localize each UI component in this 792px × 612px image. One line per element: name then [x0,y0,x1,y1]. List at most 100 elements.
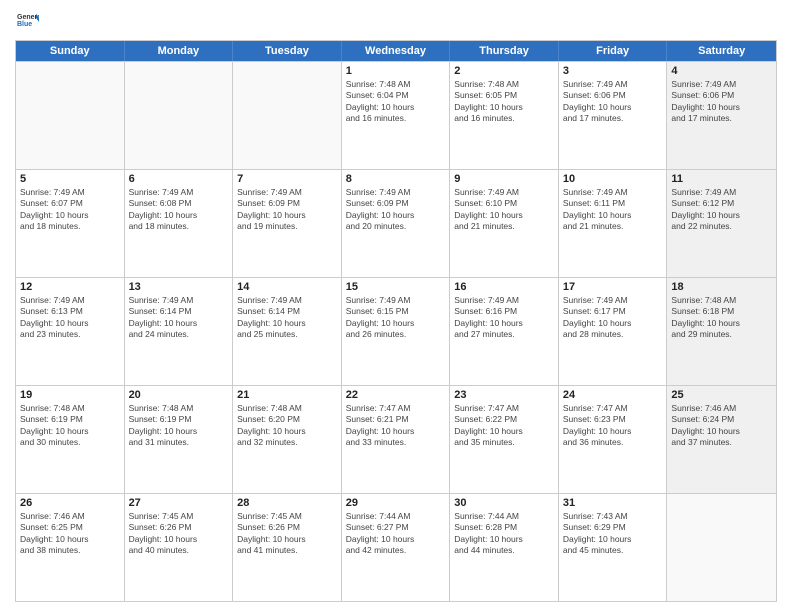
calendar-cell-5: 5Sunrise: 7:49 AM Sunset: 6:07 PM Daylig… [16,170,125,277]
calendar-cell-empty-0-1 [125,62,234,169]
calendar-cell-2: 2Sunrise: 7:48 AM Sunset: 6:05 PM Daylig… [450,62,559,169]
day-number: 21 [237,389,337,401]
calendar-cell-empty-0-2 [233,62,342,169]
day-info: Sunrise: 7:49 AM Sunset: 6:11 PM Dayligh… [563,187,663,233]
calendar-cell-25: 25Sunrise: 7:46 AM Sunset: 6:24 PM Dayli… [667,386,776,493]
calendar-cell-16: 16 Sunrise: 7:49 AM Sunset: 6:16 PM Dayli… [450,278,559,385]
weekday-header-wednesday: Wednesday [342,41,451,61]
calendar-row-2: 12Sunrise: 7:49 AM Sunset: 6:13 PM Dayli… [16,277,776,385]
day-number: 11 [671,173,772,185]
day-info: Sunrise: 7:47 AM Sunset: 6:21 PM Dayligh… [346,403,446,449]
calendar-row-0: 1 Sunrise: 7:48 AM Sunset: 6:04 PM Daylig… [16,61,776,169]
day-info: Sunrise: 7:48 AM Sunset: 6:04 PM Dayligh… [346,79,446,125]
calendar-cell-11: 11 Sunrise: 7:49 AM Sunset: 6:12 PM Dayli… [667,170,776,277]
calendar-row-4: 26 Sunrise: 7:46 AM Sunset: 6:25 PM Dayli… [16,493,776,601]
calendar-cell-21: 21 Sunrise: 7:48 AM Sunset: 6:20 PM Dayli… [233,386,342,493]
day-number: 31 [563,497,663,509]
day-info: Sunrise: 7:48 AM Sunset: 6:20 PM Dayligh… [237,403,337,449]
day-number: 17 [563,281,663,293]
day-info: Sunrise: 7:44 AM Sunset: 6:28 PM Dayligh… [454,511,554,557]
day-info: Sunrise: 7:46 AM Sunset: 6:25 PM Dayligh… [20,511,120,557]
svg-text:Blue: Blue [17,21,32,28]
day-info: Sunrise: 7:48 AM Sunset: 6:05 PM Dayligh… [454,79,554,125]
logo: General Blue [15,10,39,32]
calendar-cell-4: 4 Sunrise: 7:49 AM Sunset: 6:06 PM Daylig… [667,62,776,169]
day-number: 13 [129,281,229,293]
calendar-body: 1 Sunrise: 7:48 AM Sunset: 6:04 PM Daylig… [16,61,776,601]
day-info: Sunrise: 7:49 AM Sunset: 6:06 PM Dayligh… [563,79,663,125]
day-info: Sunrise: 7:45 AM Sunset: 6:26 PM Dayligh… [237,511,337,557]
calendar-row-3: 19 Sunrise: 7:48 AM Sunset: 6:19 PM Dayli… [16,385,776,493]
weekday-header-friday: Friday [559,41,668,61]
day-info: Sunrise: 7:49 AM Sunset: 6:14 PM Dayligh… [129,295,229,341]
day-number: 16 [454,281,554,293]
day-info: Sunrise: 7:49 AM Sunset: 6:08 PM Dayligh… [129,187,229,233]
day-info: Sunrise: 7:49 AM Sunset: 6:15 PM Dayligh… [346,295,446,341]
calendar-cell-19: 19 Sunrise: 7:48 AM Sunset: 6:19 PM Dayli… [16,386,125,493]
calendar-cell-22: 22 Sunrise: 7:47 AM Sunset: 6:21 PM Dayli… [342,386,451,493]
day-number: 15 [346,281,446,293]
calendar-cell-30: 30 Sunrise: 7:44 AM Sunset: 6:28 PM Dayli… [450,494,559,601]
day-number: 24 [563,389,663,401]
logo-icon: General Blue [17,10,39,32]
calendar-cell-15: 15 Sunrise: 7:49 AM Sunset: 6:15 PM Dayli… [342,278,451,385]
day-info: Sunrise: 7:49 AM Sunset: 6:12 PM Dayligh… [671,187,772,233]
calendar-cell-18: 18 Sunrise: 7:48 AM Sunset: 6:18 PM Dayli… [667,278,776,385]
calendar-cell-23: 23Sunrise: 7:47 AM Sunset: 6:22 PM Dayli… [450,386,559,493]
calendar-cell-14: 14Sunrise: 7:49 AM Sunset: 6:14 PM Dayli… [233,278,342,385]
calendar-header: SundayMondayTuesdayWednesdayThursdayFrid… [16,41,776,61]
calendar-cell-17: 17 Sunrise: 7:49 AM Sunset: 6:17 PM Dayli… [559,278,668,385]
calendar: SundayMondayTuesdayWednesdayThursdayFrid… [15,40,777,602]
calendar-cell-8: 8Sunrise: 7:49 AM Sunset: 6:09 PM Daylig… [342,170,451,277]
day-info: Sunrise: 7:48 AM Sunset: 6:19 PM Dayligh… [20,403,120,449]
weekday-header-monday: Monday [125,41,234,61]
day-number: 30 [454,497,554,509]
day-info: Sunrise: 7:49 AM Sunset: 6:06 PM Dayligh… [671,79,772,125]
calendar-cell-31: 31 Sunrise: 7:43 AM Sunset: 6:29 PM Dayli… [559,494,668,601]
calendar-cell-26: 26 Sunrise: 7:46 AM Sunset: 6:25 PM Dayli… [16,494,125,601]
day-info: Sunrise: 7:49 AM Sunset: 6:09 PM Dayligh… [237,187,337,233]
day-info: Sunrise: 7:48 AM Sunset: 6:18 PM Dayligh… [671,295,772,341]
calendar-cell-12: 12Sunrise: 7:49 AM Sunset: 6:13 PM Dayli… [16,278,125,385]
day-number: 1 [346,65,446,77]
calendar-cell-28: 28 Sunrise: 7:45 AM Sunset: 6:26 PM Dayli… [233,494,342,601]
calendar-cell-empty-0-0 [16,62,125,169]
calendar-cell-20: 20 Sunrise: 7:48 AM Sunset: 6:19 PM Dayli… [125,386,234,493]
day-number: 10 [563,173,663,185]
day-number: 29 [346,497,446,509]
calendar-cell-7: 7 Sunrise: 7:49 AM Sunset: 6:09 PM Daylig… [233,170,342,277]
calendar-cell-1: 1 Sunrise: 7:48 AM Sunset: 6:04 PM Daylig… [342,62,451,169]
day-info: Sunrise: 7:49 AM Sunset: 6:13 PM Dayligh… [20,295,120,341]
calendar-cell-29: 29Sunrise: 7:44 AM Sunset: 6:27 PM Dayli… [342,494,451,601]
day-info: Sunrise: 7:48 AM Sunset: 6:19 PM Dayligh… [129,403,229,449]
calendar-cell-6: 6 Sunrise: 7:49 AM Sunset: 6:08 PM Daylig… [125,170,234,277]
calendar-cell-9: 9Sunrise: 7:49 AM Sunset: 6:10 PM Daylig… [450,170,559,277]
day-number: 4 [671,65,772,77]
day-number: 3 [563,65,663,77]
weekday-header-sunday: Sunday [16,41,125,61]
day-info: Sunrise: 7:47 AM Sunset: 6:23 PM Dayligh… [563,403,663,449]
svg-text:General: General [17,14,39,21]
weekday-header-thursday: Thursday [450,41,559,61]
day-info: Sunrise: 7:45 AM Sunset: 6:26 PM Dayligh… [129,511,229,557]
day-number: 19 [20,389,120,401]
day-number: 7 [237,173,337,185]
day-info: Sunrise: 7:43 AM Sunset: 6:29 PM Dayligh… [563,511,663,557]
weekday-header-tuesday: Tuesday [233,41,342,61]
day-number: 23 [454,389,554,401]
day-number: 22 [346,389,446,401]
day-number: 14 [237,281,337,293]
day-number: 20 [129,389,229,401]
day-info: Sunrise: 7:49 AM Sunset: 6:16 PM Dayligh… [454,295,554,341]
day-number: 6 [129,173,229,185]
calendar-cell-10: 10 Sunrise: 7:49 AM Sunset: 6:11 PM Dayli… [559,170,668,277]
calendar-cell-empty-4-6 [667,494,776,601]
day-number: 18 [671,281,772,293]
day-info: Sunrise: 7:49 AM Sunset: 6:17 PM Dayligh… [563,295,663,341]
day-number: 26 [20,497,120,509]
day-info: Sunrise: 7:46 AM Sunset: 6:24 PM Dayligh… [671,403,772,449]
day-number: 8 [346,173,446,185]
day-number: 9 [454,173,554,185]
day-number: 27 [129,497,229,509]
day-number: 28 [237,497,337,509]
